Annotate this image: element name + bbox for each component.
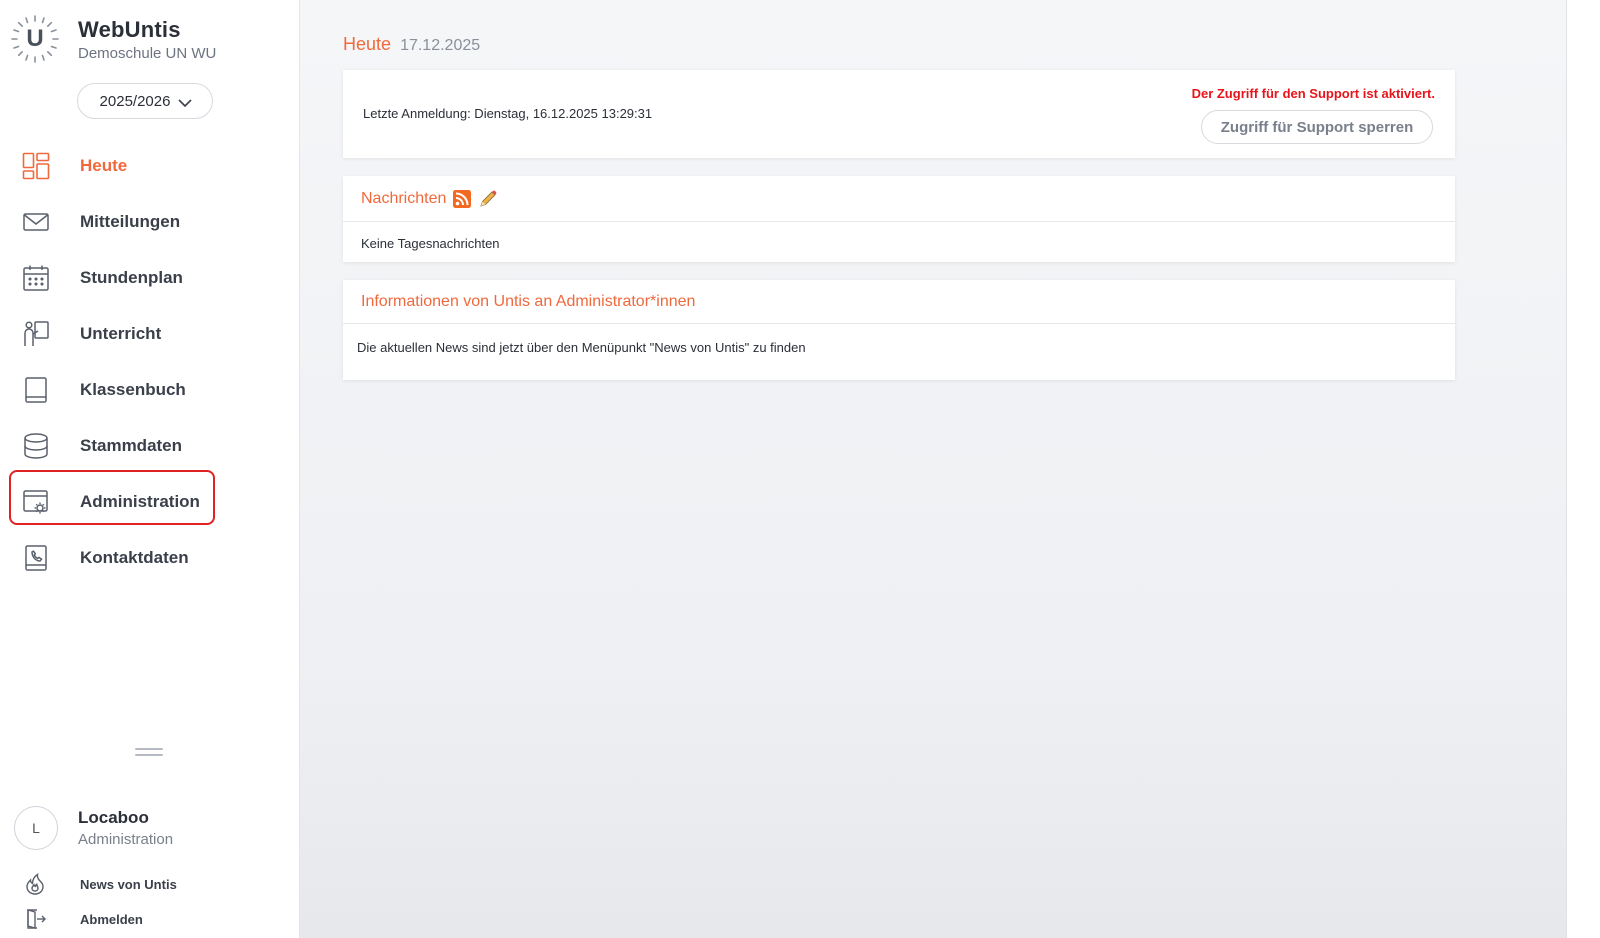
- app-title: WebUntis: [78, 16, 181, 42]
- sidebar-item-label: Heute: [80, 156, 128, 175]
- logout-link[interactable]: Abmelden: [22, 906, 143, 932]
- brand-text: WebUntis Demoschule UN WU: [78, 17, 216, 62]
- news-card-header: Nachrichten: [343, 176, 1455, 222]
- sidebar-item-stammdaten[interactable]: Stammdaten: [0, 418, 300, 474]
- login-card: Letzte Anmeldung: Dienstag, 16.12.2025 1…: [343, 70, 1455, 158]
- sidebar-item-kontaktdaten[interactable]: Kontaktdaten: [0, 530, 300, 586]
- school-name: Demoschule UN WU: [78, 44, 217, 62]
- news-von-untis-label: News von Untis: [80, 876, 177, 892]
- sidebar-item-label: Klassenbuch: [80, 380, 186, 399]
- sidebar-item-unterricht[interactable]: Unterricht: [0, 306, 300, 362]
- logout-door-icon: [22, 906, 48, 932]
- news-body: Keine Tagesnachrichten: [361, 236, 500, 251]
- sidebar: U WebUntis Demoschule UN WU 2025/2026 He…: [0, 0, 300, 938]
- user-name: Locaboo: [78, 808, 149, 827]
- chevron-down-icon: [178, 95, 193, 108]
- sidebar-item-label: Stammdaten: [80, 436, 183, 455]
- teacher-board-icon: [22, 320, 50, 348]
- sidebar-item-heute[interactable]: Heute: [0, 138, 300, 194]
- news-card: Nachrichten Keine Tagesnachrichten: [343, 176, 1455, 262]
- school-year-value: 2025/2026: [99, 92, 171, 110]
- pencil-edit-icon[interactable]: [478, 189, 498, 209]
- avatar: L: [14, 806, 58, 850]
- sidebar-item-label: Kontaktdaten: [80, 548, 189, 567]
- last-login-text: Letzte Anmeldung: Dienstag, 16.12.2025 1…: [363, 106, 653, 121]
- lock-support-access-button[interactable]: Zugriff für Support sperren: [1201, 110, 1433, 144]
- flame-icon: [22, 871, 48, 897]
- book-icon: [22, 376, 50, 404]
- page-title-date: 17.12.2025: [400, 37, 481, 54]
- untis-info-card: Informationen von Untis an Administrator…: [343, 280, 1455, 380]
- news-von-untis-link[interactable]: News von Untis: [22, 871, 177, 897]
- right-edge-panel: [1566, 0, 1600, 938]
- sidebar-item-label: Mitteilungen: [80, 212, 181, 231]
- info-body: Die aktuellen News sind jetzt über den M…: [357, 340, 806, 355]
- webuntis-logo-icon: U: [10, 14, 60, 64]
- brand[interactable]: U WebUntis Demoschule UN WU: [10, 14, 216, 64]
- dashboard-icon: [22, 152, 50, 180]
- contact-book-icon: [22, 544, 50, 572]
- news-title: Nachrichten: [361, 189, 447, 207]
- admin-settings-icon: [22, 488, 50, 516]
- sidebar-item-administration[interactable]: Administration: [0, 474, 300, 530]
- sidebar-item-klassenbuch[interactable]: Klassenbuch: [0, 362, 300, 418]
- user-text: Locaboo Administration: [78, 808, 173, 848]
- page-title-word: Heute: [343, 34, 392, 54]
- sidebar-item-label: Unterricht: [80, 324, 162, 343]
- main-navigation: Heute Mitteilungen Stundenplan Unterrich…: [0, 138, 300, 586]
- calendar-icon: [22, 264, 50, 292]
- page-title: Heute 17.12.2025: [343, 34, 480, 55]
- sidebar-item-stundenplan[interactable]: Stundenplan: [0, 250, 300, 306]
- user-role: Administration: [78, 831, 174, 848]
- user-profile[interactable]: L Locaboo Administration: [14, 806, 173, 850]
- sidebar-item-label: Administration: [80, 492, 200, 511]
- sidebar-item-mitteilungen[interactable]: Mitteilungen: [0, 194, 300, 250]
- support-warning: Der Zugriff für den Support ist aktivier…: [1191, 86, 1435, 101]
- rss-feed-icon[interactable]: [452, 189, 472, 209]
- logo-letter: U: [26, 25, 44, 52]
- logout-label: Abmelden: [80, 911, 143, 927]
- sidebar-item-label: Stundenplan: [80, 268, 183, 287]
- info-card-header: Informationen von Untis an Administrator…: [343, 280, 1455, 324]
- school-year-select[interactable]: 2025/2026: [77, 83, 213, 119]
- database-icon: [22, 432, 50, 460]
- envelope-icon: [22, 208, 50, 236]
- drag-handle-icon[interactable]: [135, 748, 163, 758]
- info-title: Informationen von Untis an Administrator…: [361, 292, 696, 310]
